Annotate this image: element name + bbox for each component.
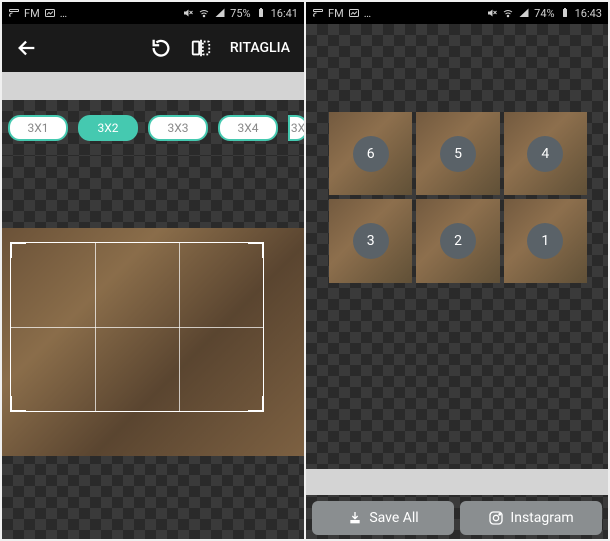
tile-number: 4 bbox=[527, 136, 563, 172]
fm-label: FM bbox=[328, 7, 344, 20]
tile-number: 2 bbox=[440, 223, 476, 259]
tile-number: 5 bbox=[440, 136, 476, 172]
action-row: Save All Instagram bbox=[306, 497, 608, 539]
crop-preview-area bbox=[2, 156, 304, 539]
crop-handle-br[interactable] bbox=[248, 396, 264, 412]
tile[interactable]: 2 bbox=[416, 199, 499, 282]
cast-icon bbox=[312, 7, 324, 19]
instagram-label: Instagram bbox=[510, 510, 573, 526]
option-3x2[interactable]: 3X2 bbox=[78, 115, 138, 141]
tile[interactable]: 3 bbox=[329, 199, 412, 282]
option-3x3[interactable]: 3X3 bbox=[148, 115, 208, 141]
signal-icon bbox=[214, 7, 226, 19]
tile-number: 3 bbox=[353, 223, 389, 259]
crop-button[interactable]: RITAGLIA bbox=[230, 40, 290, 56]
tile[interactable]: 1 bbox=[504, 199, 587, 282]
crop-handle-bl[interactable] bbox=[10, 396, 26, 412]
tile-grid: 6 5 4 3 2 1 bbox=[329, 112, 587, 283]
wifi-icon bbox=[502, 7, 514, 19]
crop-handle-tl[interactable] bbox=[10, 242, 26, 258]
option-more[interactable]: 3X bbox=[288, 115, 304, 141]
option-3x4[interactable]: 3X4 bbox=[218, 115, 278, 141]
tiles-area: 6 5 4 3 2 1 Save All Instagram bbox=[306, 24, 608, 539]
image-canvas[interactable] bbox=[2, 228, 304, 456]
tile-number: 6 bbox=[353, 136, 389, 172]
battery-icon bbox=[255, 7, 267, 19]
status-bar: FM … 74% 16:43 bbox=[306, 2, 608, 24]
crop-toolbar: RITAGLIA bbox=[2, 24, 304, 72]
image-icon bbox=[348, 7, 360, 19]
flip-icon[interactable] bbox=[190, 37, 212, 59]
crop-screen: FM … 75% 16:41 bbox=[2, 2, 304, 539]
signal-icon bbox=[518, 7, 530, 19]
tile-number: 1 bbox=[527, 223, 563, 259]
status-bar: FM … 75% 16:41 bbox=[2, 2, 304, 24]
battery-icon bbox=[559, 7, 571, 19]
battery-percent: 74% bbox=[534, 7, 554, 20]
instagram-icon bbox=[488, 510, 504, 526]
grid-options: 3X1 3X2 3X3 3X4 3X bbox=[2, 100, 304, 156]
rotate-icon[interactable] bbox=[150, 37, 172, 59]
mute-icon bbox=[182, 7, 194, 19]
tile[interactable]: 6 bbox=[329, 112, 412, 195]
filter-strip bbox=[2, 72, 304, 100]
result-screen: FM … 74% 16:43 6 5 4 bbox=[306, 2, 608, 539]
battery-percent: 75% bbox=[230, 7, 250, 20]
cast-icon bbox=[8, 7, 20, 19]
option-3x1[interactable]: 3X1 bbox=[8, 115, 68, 141]
tile[interactable]: 4 bbox=[504, 112, 587, 195]
spacer-strip bbox=[306, 469, 608, 495]
back-icon[interactable] bbox=[16, 37, 38, 59]
clock: 16:43 bbox=[575, 7, 602, 20]
fm-label: FM bbox=[24, 7, 40, 20]
download-icon bbox=[347, 510, 363, 526]
clock: 16:41 bbox=[271, 7, 298, 20]
save-label: Save All bbox=[369, 510, 418, 526]
crop-handle-tr[interactable] bbox=[248, 242, 264, 258]
mute-icon bbox=[486, 7, 498, 19]
instagram-button[interactable]: Instagram bbox=[460, 501, 602, 535]
save-all-button[interactable]: Save All bbox=[312, 501, 454, 535]
wifi-icon bbox=[198, 7, 210, 19]
tile[interactable]: 5 bbox=[416, 112, 499, 195]
crop-frame[interactable] bbox=[10, 242, 264, 412]
image-icon bbox=[44, 7, 56, 19]
